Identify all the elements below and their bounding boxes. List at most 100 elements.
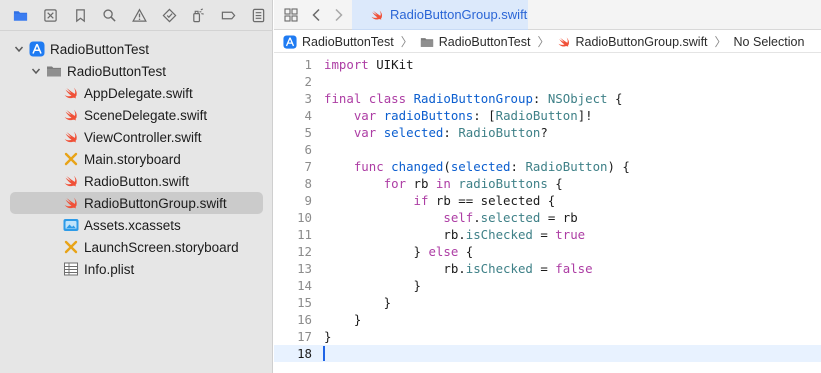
- issue-warning-icon[interactable]: [125, 3, 155, 27]
- file-tree-label: RadioButtonTest: [50, 41, 150, 57]
- code-line[interactable]: 12 } else {: [274, 243, 821, 260]
- jump-bar-item[interactable]: RadioButtonTest: [283, 35, 394, 49]
- navigator-divider: [0, 30, 273, 31]
- file-tree-row[interactable]: ViewController.swift: [0, 126, 273, 148]
- code-line[interactable]: 14 }: [274, 277, 821, 294]
- project-navigator-folder-icon[interactable]: [6, 3, 36, 27]
- app-project-icon: [283, 34, 297, 49]
- line-number: 9: [304, 193, 312, 208]
- file-tree-row[interactable]: Info.plist: [0, 258, 273, 280]
- code-line[interactable]: 5 var selected: RadioButton?: [274, 124, 821, 141]
- file-tree-label: AppDelegate.swift: [84, 85, 193, 101]
- debug-spray-icon[interactable]: [184, 3, 214, 27]
- report-icon[interactable]: [243, 3, 273, 27]
- code-text: } else {: [324, 244, 474, 259]
- disclosure-chevron-down-icon[interactable]: [13, 43, 25, 55]
- code-line[interactable]: 13 rb.isChecked = false: [274, 260, 821, 277]
- swift-file-icon: [370, 8, 384, 22]
- line-number: 15: [297, 295, 312, 310]
- file-tree-row[interactable]: RadioButtonTest: [0, 60, 273, 82]
- tab-radiobuttongroup-swift[interactable]: RadioButtonGroup.swift: [352, 0, 528, 30]
- folder-icon: [46, 63, 62, 79]
- code-line[interactable]: 18: [274, 345, 821, 362]
- code-line[interactable]: 2: [274, 73, 821, 90]
- file-tree-row[interactable]: Assets.xcassets: [0, 214, 273, 236]
- file-tree-row[interactable]: RadioButtonTest: [0, 38, 273, 60]
- file-tree-row[interactable]: SceneDelegate.swift: [0, 104, 273, 126]
- file-tree-row[interactable]: Main.storyboard: [0, 148, 273, 170]
- code-line[interactable]: 3 final class RadioButtonGroup: NSObject …: [274, 90, 821, 107]
- code-text: rb.isChecked = true: [324, 227, 586, 242]
- line-number: 2: [304, 74, 312, 89]
- swift-file-icon: [63, 107, 79, 123]
- line-number: 18: [297, 346, 312, 361]
- navigator-toolbar: [0, 0, 273, 30]
- line-number: 6: [304, 142, 312, 157]
- file-tree-label: RadioButton.swift: [84, 173, 190, 189]
- line-number: 1: [304, 57, 312, 72]
- code-line[interactable]: 8 for rb in radioButtons {: [274, 175, 821, 192]
- code-line[interactable]: 17}: [274, 328, 821, 345]
- swift-file-icon: [63, 173, 79, 189]
- code-text: rb.isChecked = false: [324, 261, 593, 276]
- code-line[interactable]: 10 self.selected = rb: [274, 209, 821, 226]
- line-number: 16: [297, 312, 312, 327]
- line-number: 14: [297, 278, 312, 293]
- test-diamond-icon[interactable]: [154, 3, 184, 27]
- disclosure-chevron-down-icon[interactable]: [30, 65, 42, 77]
- swift-file-icon: [63, 129, 79, 145]
- code-text: }: [324, 278, 421, 293]
- folder-icon: [420, 35, 434, 49]
- code-area[interactable]: 1 import UIKit 2 3 final class RadioButtonGr…: [274, 56, 821, 362]
- code-text: for rb in radioButtons {: [383, 176, 563, 191]
- jump-bar: RadioButtonTest 〉 RadioButtonTest 〉 RadioBut…: [274, 31, 821, 53]
- find-icon[interactable]: [95, 3, 125, 27]
- line-number: 4: [304, 108, 312, 123]
- file-tree-label: Assets.xcassets: [84, 217, 181, 233]
- forward-chevron-icon[interactable]: [327, 3, 349, 27]
- code-line[interactable]: 16 }: [274, 311, 821, 328]
- swift-file-icon: [63, 195, 79, 211]
- file-tree-row[interactable]: RadioButtonGroup.swift: [10, 192, 263, 214]
- file-tree-label: Info.plist: [84, 261, 135, 277]
- breakpoint-icon[interactable]: [214, 3, 244, 27]
- source-control-icon[interactable]: [36, 3, 66, 27]
- code-line[interactable]: 7 func changed(selected: RadioButton) {: [274, 158, 821, 175]
- line-number: 8: [304, 176, 312, 191]
- line-number: 11: [297, 227, 312, 242]
- jump-bar-item[interactable]: RadioButtonTest: [420, 35, 530, 49]
- jump-bar-item[interactable]: RadioButtonGroup.swift: [557, 35, 708, 49]
- jump-bar-item[interactable]: No Selection: [734, 35, 805, 49]
- chevron-right-icon: 〉: [537, 35, 550, 49]
- bookmark-icon[interactable]: [65, 3, 95, 27]
- grid-layout-icon[interactable]: [280, 3, 302, 27]
- line-number: 5: [304, 125, 312, 140]
- line-number: 13: [297, 261, 312, 276]
- swift-file-icon: [557, 35, 571, 49]
- back-chevron-icon[interactable]: [306, 3, 328, 27]
- file-tree-label: SceneDelegate.swift: [84, 107, 208, 123]
- code-line[interactable]: 1 import UIKit: [274, 56, 821, 73]
- code-text: }: [324, 312, 362, 327]
- code-line[interactable]: 4 var radioButtons: [RadioButton]!: [274, 107, 821, 124]
- code-line[interactable]: 9 if rb == selected {: [274, 192, 821, 209]
- jump-bar-label: RadioButtonGroup.swift: [575, 34, 708, 49]
- code-line[interactable]: 11 rb.isChecked = true: [274, 226, 821, 243]
- file-tree-row[interactable]: AppDelegate.swift: [0, 82, 273, 104]
- code-line[interactable]: 15 }: [274, 294, 821, 311]
- file-tree-label: RadioButtonGroup.swift: [84, 195, 227, 211]
- code-line[interactable]: 6: [274, 141, 821, 158]
- line-number: 12: [297, 244, 312, 259]
- plist-table-icon: [63, 261, 79, 277]
- chevron-right-icon: 〉: [400, 35, 413, 49]
- storyboard-icon: [63, 239, 79, 255]
- file-tree-row[interactable]: LaunchScreen.storyboard: [0, 236, 273, 258]
- file-tree-label: LaunchScreen.storyboard: [84, 239, 239, 255]
- code-text: var radioButtons: [RadioButton]!: [353, 108, 593, 123]
- file-tree-row[interactable]: RadioButton.swift: [0, 170, 273, 192]
